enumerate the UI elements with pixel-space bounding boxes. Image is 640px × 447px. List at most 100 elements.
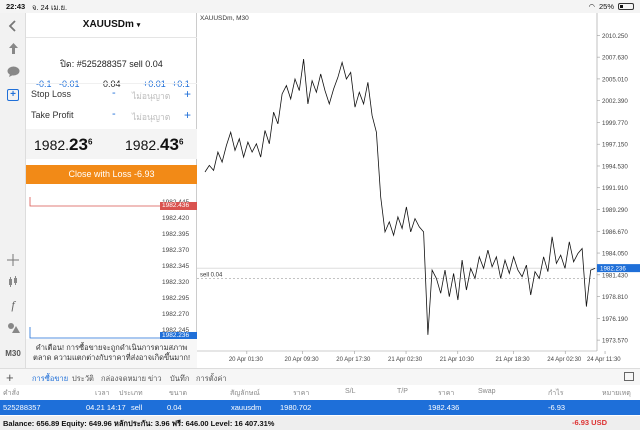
tick-level: 1982.420 <box>162 215 190 222</box>
y-tick-label: 1997.150 <box>602 142 628 149</box>
col-order: คำสั่ง <box>3 390 20 397</box>
battery-percent: 25% <box>598 2 614 11</box>
ask-price: 1982.436 <box>125 135 184 154</box>
col-current-price: ราคา <box>438 390 455 397</box>
col-tp: T/P <box>397 388 408 395</box>
battery-icon <box>618 3 634 10</box>
balance-line: Balance: 656.89 Equity: 649.96 หลักประกั… <box>3 419 275 428</box>
price-chart[interactable]: XAUUSDm, M30 2010.250 2007.630 2005.010 200… <box>197 13 640 368</box>
quote-panel: 1982.236 1982.436 <box>26 129 197 159</box>
back-icon[interactable] <box>3 17 23 35</box>
col-swap: Swap <box>478 388 496 395</box>
tick-level: 1982.270 <box>162 311 190 318</box>
bid-price: 1982.236 <box>34 135 93 154</box>
tab-settings[interactable]: การตั้งค่า <box>196 373 227 385</box>
status-right: ◠ 25% <box>588 2 634 11</box>
stop-loss-plus-button[interactable]: + <box>184 88 191 100</box>
maximize-icon[interactable] <box>624 372 634 381</box>
bid-line <box>29 327 160 339</box>
col-price: ราคา <box>293 390 310 397</box>
volume-plus-0.01[interactable]: +0.01 <box>143 79 166 89</box>
y-tick-label: 2007.630 <box>602 55 628 62</box>
tick-level: 1982.295 <box>162 295 190 302</box>
y-tick-label: 1986.670 <box>602 229 628 236</box>
col-size: ขนาด <box>169 390 188 397</box>
cell-profit: -6.93 <box>548 403 566 412</box>
bottom-area <box>0 430 640 447</box>
tab-mailbox[interactable]: กล่องจดหมาย <box>101 373 146 385</box>
x-tick-label: 21 Apr 10:30 <box>440 357 475 363</box>
tab-journal[interactable]: บันทึก <box>170 373 189 385</box>
price-series-line <box>204 59 596 335</box>
symbol-selector[interactable]: XAUUSDm ▾ <box>26 19 197 30</box>
objects-icon[interactable] <box>3 319 23 337</box>
order-title: ปิด: #525288357 sell 0.04 <box>60 59 163 69</box>
y-tick-label: 1973.570 <box>602 338 628 345</box>
col-comment: หมายเหตุ <box>602 390 631 397</box>
wifi-icon: ◠ <box>588 2 595 11</box>
order-panel: XAUUSDm ▾ ปิด: #525288357 sell 0.04 -0.1… <box>26 13 197 368</box>
y-tick-label: 2002.390 <box>602 98 628 105</box>
take-profit-label: Take Profit <box>31 110 74 120</box>
status-bar: 22:43 จ. 24 เม.ย. ◠ 25% <box>0 0 640 13</box>
positions-header: คำสั่ง เวลา ประเภท ขนาด สัญลักษณ์ ราคา S… <box>0 385 640 399</box>
indicator-icon[interactable]: f <box>3 296 23 314</box>
stop-loss-minus-button[interactable]: - <box>112 87 116 99</box>
tick-level: 1982.320 <box>162 279 190 286</box>
col-time: เวลา <box>95 390 110 397</box>
y-tick-label: 2010.250 <box>602 33 628 40</box>
y-tick-label: 1991.910 <box>602 185 628 192</box>
cell-time: 04.21 14:17 <box>86 403 126 412</box>
tick-level: 1982.395 <box>162 231 190 238</box>
table-row[interactable]: 525288357 04.21 14:17 sell 0.04 xauusdm … <box>0 400 640 415</box>
cell-current-price: 1982.436 <box>428 403 460 412</box>
market-warning: คำเตือน! การซื้อขายจะถูกดำเนินการตามสภาพ… <box>26 339 197 368</box>
close-with-loss-button[interactable]: Close with Loss -6.93 <box>26 165 197 184</box>
y-tick-label: 1976.190 <box>602 316 628 323</box>
stop-loss-input[interactable]: ไม่อนุญาต <box>132 89 170 103</box>
y-tick-label: 1994.530 <box>602 163 628 170</box>
take-profit-minus-button[interactable]: - <box>112 108 116 120</box>
tick-level: 1982.345 <box>162 263 190 270</box>
take-profit-plus-button[interactable]: + <box>184 109 191 121</box>
col-type: ประเภท <box>119 390 143 397</box>
account-summary: Balance: 656.89 Equity: 649.96 หลักประกั… <box>0 416 640 430</box>
y-tick-label: 1989.290 <box>602 207 628 214</box>
x-tick-label: 21 Apr 02:30 <box>388 357 423 363</box>
volume-minus-0.1[interactable]: -0.1 <box>36 79 52 89</box>
tick-level: 1982.370 <box>162 247 190 254</box>
status-time: 22:43 <box>6 2 26 11</box>
add-icon[interactable]: + <box>6 370 14 385</box>
y-tick-label: 1984.050 <box>602 251 628 258</box>
y-tick-label: 1981.430 <box>602 272 628 279</box>
ask-price-tag: 1982.436 <box>160 202 197 210</box>
tab-news[interactable]: ข่าว <box>148 373 162 385</box>
y-tick-label: 1999.770 <box>602 120 628 127</box>
cell-symbol: xauusdm <box>231 403 262 412</box>
y-tick-label: 2005.010 <box>602 76 628 83</box>
new-order-icon[interactable]: + <box>3 86 23 104</box>
take-profit-input[interactable]: ไม่อนุญาต <box>132 110 170 124</box>
x-tick-label: 21 Apr 18:30 <box>496 357 531 363</box>
divider <box>26 83 197 84</box>
trade-icon[interactable] <box>3 39 23 57</box>
chart-svg: 2010.250 2007.630 2005.010 2002.390 1999.770… <box>197 13 640 363</box>
x-tick-label: 24 Apr 02:30 <box>547 357 582 363</box>
chat-icon[interactable] <box>3 63 23 81</box>
volume-minus-0.01[interactable]: -0.01 <box>59 79 80 89</box>
tab-history[interactable]: ประวัติ <box>72 373 94 385</box>
stop-loss-label: Stop Loss <box>31 89 72 99</box>
left-toolbar: + f M30 <box>0 13 26 368</box>
crosshair-icon[interactable] <box>3 251 23 269</box>
chevron-down-icon: ▾ <box>136 22 141 29</box>
x-tick-label: 20 Apr 09:30 <box>285 357 320 363</box>
col-profit: กำไร <box>548 390 564 397</box>
tick-chart: 1982.445 1982.420 1982.395 1982.370 1982… <box>26 184 197 340</box>
candles-icon[interactable] <box>3 273 23 291</box>
ask-line <box>29 197 160 207</box>
x-tick-label: 24 Apr 11:30 <box>587 357 621 363</box>
x-tick-label: 20 Apr 17:30 <box>336 357 371 363</box>
symbol-name: XAUUSDm <box>82 19 134 30</box>
timeframe-button[interactable]: M30 <box>3 344 23 362</box>
x-tick-label: 20 Apr 01:30 <box>229 357 264 363</box>
